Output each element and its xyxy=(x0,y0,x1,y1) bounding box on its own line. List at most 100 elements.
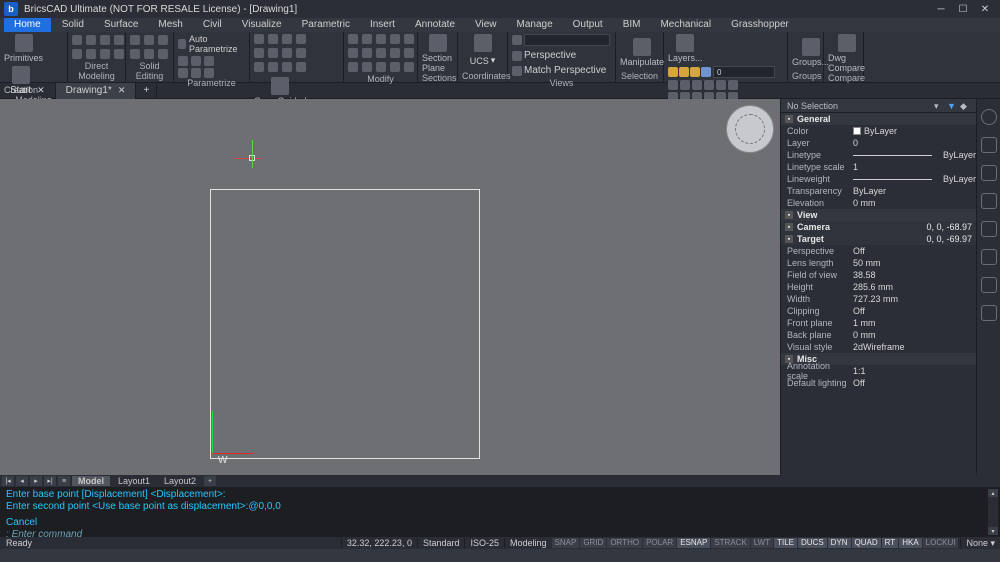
workspace: W No Selection ▾▼◆ ▪General ColorByLayer… xyxy=(0,99,1000,475)
tab-civil[interactable]: Civil xyxy=(194,18,231,32)
layout-1[interactable]: Layout1 xyxy=(112,476,156,486)
prev-button[interactable]: ◂ xyxy=(16,476,28,486)
attach-icon[interactable] xyxy=(981,193,997,209)
layers-button[interactable]: Layers... xyxy=(668,34,703,63)
section-general[interactable]: ▪General xyxy=(781,113,976,125)
tab-output[interactable]: Output xyxy=(564,18,612,32)
filter-icon[interactable]: ▼ xyxy=(947,101,957,111)
panel-solid-editing: Solid Editing xyxy=(126,32,174,82)
section-view[interactable]: ▪View xyxy=(781,209,976,221)
close-button[interactable]: ✕ xyxy=(974,2,996,16)
tab-drawing1[interactable]: Drawing1*✕ xyxy=(56,83,137,99)
close-icon[interactable]: ✕ xyxy=(37,85,45,96)
dl-value[interactable]: Off xyxy=(853,378,976,388)
titlebar: b BricsCAD Ultimate (NOT FOR RESALE Lice… xyxy=(0,0,1000,18)
settings-icon[interactable] xyxy=(981,137,997,153)
first-button[interactable]: |◂ xyxy=(2,476,14,486)
section-target[interactable]: ▪Target0, 0, -69.97 xyxy=(781,233,976,245)
layer-select[interactable]: 0 xyxy=(713,66,775,78)
maximize-button[interactable]: ☐ xyxy=(952,2,974,16)
transp-value[interactable]: ByLayer xyxy=(853,186,976,196)
tab-grasshopper[interactable]: Grasshopper xyxy=(722,18,798,32)
list-button[interactable]: ≡ xyxy=(58,476,70,486)
section-plane-button[interactable]: Section Plane xyxy=(422,34,453,73)
layout-tabs: |◂ ◂ ▸ ▸| ≡ Model Layout1 Layout2 + xyxy=(0,475,1000,487)
rectangle-object[interactable] xyxy=(210,189,480,459)
tab-surface[interactable]: Surface xyxy=(95,18,147,32)
fp-value[interactable]: 1 mm xyxy=(853,318,976,328)
bulb-icon[interactable] xyxy=(981,109,997,125)
fx-icon[interactable] xyxy=(981,249,997,265)
tab-visualize[interactable]: Visualize xyxy=(233,18,291,32)
properties-panel: No Selection ▾▼◆ ▪General ColorByLayer L… xyxy=(780,99,976,475)
as-value[interactable]: 1:1 xyxy=(853,366,976,376)
add-layout-button[interactable]: + xyxy=(204,476,216,486)
next-button[interactable]: ▸ xyxy=(30,476,42,486)
panel-direct-modeling: Direct Modeling xyxy=(68,32,126,82)
add-tab-button[interactable]: + xyxy=(136,83,157,99)
command-history: Cancel xyxy=(6,517,994,529)
layout-model[interactable]: Model xyxy=(72,476,110,486)
panel-coordinates: UCS▾ Coordinates xyxy=(458,32,508,82)
tab-bim[interactable]: BIM xyxy=(614,18,650,32)
cloud-icon[interactable] xyxy=(981,305,997,321)
command-line[interactable]: Enter base point [Displacement] <Displac… xyxy=(0,487,1000,537)
structure-icon[interactable] xyxy=(981,277,997,293)
last-button[interactable]: ▸| xyxy=(44,476,56,486)
layer-value[interactable]: 0 xyxy=(853,138,976,148)
section-camera[interactable]: ▪Camera0, 0, -68.97 xyxy=(781,221,976,233)
command-history: Enter base point [Displacement] <Displac… xyxy=(6,489,994,501)
manipulate-button[interactable]: Manipulate xyxy=(620,38,664,67)
clip-value[interactable]: Off xyxy=(853,306,976,316)
auto-parametrize-button[interactable]: Auto Parametrize xyxy=(189,34,245,54)
persp-value[interactable]: Off xyxy=(853,246,976,256)
bp-value[interactable]: 0 mm xyxy=(853,330,976,340)
lw-value[interactable]: ByLayer xyxy=(853,174,976,184)
ribbon: Primitives Creation Modeling Direct Mode… xyxy=(0,32,1000,83)
tab-mechanical[interactable]: Mechanical xyxy=(651,18,720,32)
panel-views: Perspective Match Perspective Views xyxy=(508,32,616,82)
panel-compare: Dwg Compare Compare xyxy=(824,32,864,82)
command-history: Enter second point <Use base point as di… xyxy=(6,501,994,513)
tab-start[interactable]: Start✕ xyxy=(0,83,56,99)
ucs-button[interactable] xyxy=(474,34,492,52)
perspective-button[interactable]: Perspective xyxy=(524,50,576,61)
match-perspective-button[interactable]: Match Perspective xyxy=(524,65,606,76)
layout-2[interactable]: Layout2 xyxy=(158,476,202,486)
panel-modeling: Primitives Creation Modeling xyxy=(0,32,68,82)
ltscale-value[interactable]: 1 xyxy=(853,162,976,172)
tab-mesh[interactable]: Mesh xyxy=(149,18,191,32)
tab-home[interactable]: Home xyxy=(4,18,51,32)
dwg-compare-button[interactable]: Dwg Compare xyxy=(828,34,865,73)
panel-sections: Section Plane Sections xyxy=(418,32,458,82)
minimize-button[interactable]: ─ xyxy=(930,2,952,16)
view-select[interactable] xyxy=(524,34,610,46)
command-input[interactable]: Enter command xyxy=(12,529,83,540)
document-tabs: Start✕ Drawing1*✕ + xyxy=(0,83,1000,99)
lens-value[interactable]: 50 mm xyxy=(853,258,976,268)
layers-icon[interactable] xyxy=(981,165,997,181)
command-scrollbar[interactable]: ▴▾ xyxy=(988,489,998,535)
view-cube[interactable] xyxy=(726,105,774,153)
pin-icon[interactable]: ◆ xyxy=(960,101,970,111)
elev-value[interactable]: 0 mm xyxy=(853,198,976,208)
chevron-down-icon[interactable]: ▾ xyxy=(934,101,944,111)
tab-insert[interactable]: Insert xyxy=(361,18,404,32)
canvas[interactable]: W xyxy=(0,99,780,475)
primitives-button[interactable]: Primitives xyxy=(4,34,43,63)
vs-value[interactable]: 2dWireframe xyxy=(853,342,976,352)
tab-annotate[interactable]: Annotate xyxy=(406,18,464,32)
tab-view[interactable]: View xyxy=(466,18,506,32)
tab-parametric[interactable]: Parametric xyxy=(293,18,359,32)
color-value[interactable]: ByLayer xyxy=(853,126,976,136)
tab-manage[interactable]: Manage xyxy=(508,18,562,32)
sheets-icon[interactable] xyxy=(981,221,997,237)
panel-modify: Modify xyxy=(344,32,418,82)
fov-value[interactable]: 38.58 xyxy=(853,270,976,280)
tab-solid[interactable]: Solid xyxy=(53,18,93,32)
linetype-value[interactable]: ByLayer xyxy=(853,150,976,160)
close-icon[interactable]: ✕ xyxy=(118,85,126,96)
selection-dropdown[interactable]: No Selection ▾▼◆ xyxy=(781,99,976,113)
panel-selection: Manipulate Selection xyxy=(616,32,664,82)
width-value: 727.23 mm xyxy=(853,294,976,304)
